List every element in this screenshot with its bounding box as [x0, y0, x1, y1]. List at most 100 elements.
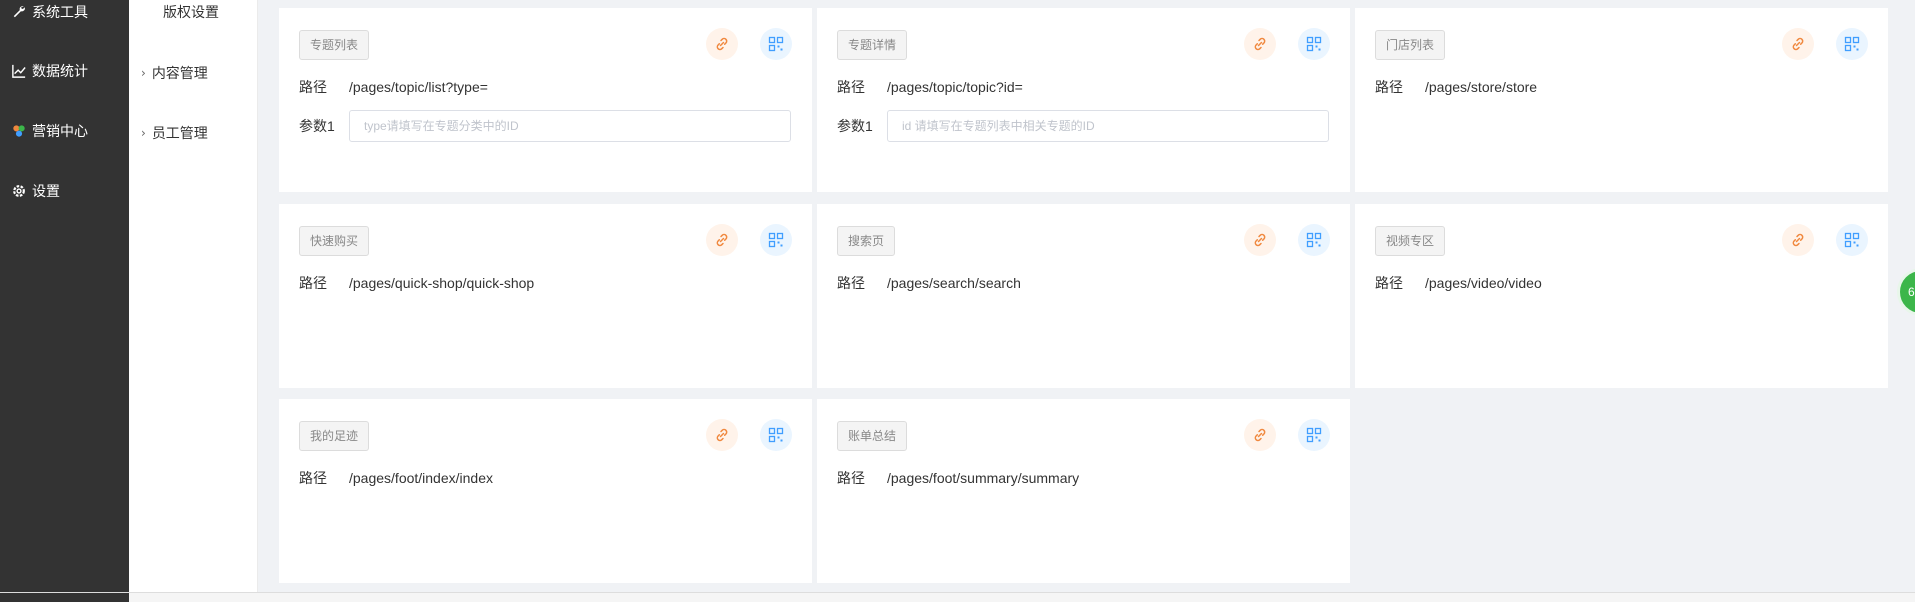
path-row: 路径 /pages/topic/list?type=	[299, 77, 488, 97]
link-icon	[1254, 37, 1266, 51]
sidebar-item-label: 数据统计	[32, 63, 88, 79]
line-chart-icon	[12, 64, 26, 78]
page-link-card: 专题详情 路径 /pages/topic/topic?id= 参数1	[817, 8, 1350, 192]
link-icon	[1792, 233, 1804, 247]
qrcode-icon	[768, 232, 784, 248]
chevron-right-icon: ›	[141, 126, 146, 140]
card-tag: 账单总结	[837, 421, 908, 451]
qrcode-icon	[1306, 36, 1322, 52]
copy-link-button[interactable]	[1782, 28, 1814, 60]
path-label: 路径	[837, 79, 865, 95]
path-row: 路径 /pages/topic/topic?id=	[837, 77, 1023, 97]
qrcode-button[interactable]	[760, 224, 792, 256]
path-row: 路径 /pages/store/store	[1375, 77, 1537, 97]
page-link-card: 账单总结 路径 /pages/foot/summary/summary	[817, 399, 1350, 583]
sidebar-item-settings[interactable]: 设置	[12, 181, 60, 201]
sidebar-item-marketing[interactable]: 营销中心	[12, 121, 88, 141]
card-tag: 视频专区	[1375, 226, 1446, 256]
subnav-item-staff-management[interactable]: › 员工管理	[141, 123, 208, 143]
copy-link-button[interactable]	[1244, 224, 1276, 256]
copy-link-button[interactable]	[706, 224, 738, 256]
path-row: 路径 /pages/foot/summary/summary	[837, 468, 1079, 488]
param-row: 参数1	[837, 110, 1329, 142]
path-row: 路径 /pages/quick-shop/quick-shop	[299, 273, 534, 293]
path-value: /pages/topic/list?type=	[349, 79, 488, 95]
subnav-item-content-management[interactable]: › 内容管理	[141, 63, 208, 83]
qrcode-button[interactable]	[1298, 419, 1330, 451]
path-value: /pages/search/search	[887, 275, 1021, 291]
link-icon	[1254, 233, 1266, 247]
floating-status-badge[interactable]: 68	[1897, 268, 1915, 316]
param-input[interactable]	[349, 110, 791, 142]
chevron-right-icon: ›	[141, 66, 146, 80]
qrcode-icon	[1306, 427, 1322, 443]
qrcode-button[interactable]	[760, 28, 792, 60]
sidebar-item-label: 设置	[32, 183, 60, 199]
copy-link-button[interactable]	[1782, 224, 1814, 256]
qrcode-icon	[768, 427, 784, 443]
path-label: 路径	[299, 79, 327, 95]
path-row: 路径 /pages/foot/index/index	[299, 468, 493, 488]
param-row: 参数1	[299, 110, 791, 142]
marketing-icon	[13, 125, 25, 137]
qrcode-icon	[1844, 232, 1860, 248]
link-icon	[716, 428, 728, 442]
path-value: /pages/topic/topic?id=	[887, 79, 1023, 95]
qrcode-icon	[1844, 36, 1860, 52]
page-link-card: 我的足迹 路径 /pages/foot/index/index	[279, 399, 812, 583]
qrcode-icon	[768, 36, 784, 52]
sidebar-item-system-tools[interactable]: 系统工具	[12, 2, 88, 22]
sub-navigation: 版权设置 › 内容管理 › 员工管理	[129, 0, 258, 602]
qrcode-button[interactable]	[760, 419, 792, 451]
page-link-card: 快速购买 路径 /pages/quick-shop/quick-shop	[279, 204, 812, 388]
qrcode-icon	[1306, 232, 1322, 248]
sidebar-item-label: 营销中心	[32, 123, 88, 139]
qrcode-button[interactable]	[1298, 28, 1330, 60]
qrcode-button[interactable]	[1298, 224, 1330, 256]
sidebar-item-statistics[interactable]: 数据统计	[12, 61, 88, 81]
card-tag: 我的足迹	[299, 421, 370, 451]
wrench-icon	[13, 6, 25, 18]
param-label: 参数1	[837, 118, 873, 134]
qrcode-button[interactable]	[1836, 224, 1868, 256]
path-label: 路径	[837, 275, 865, 291]
path-label: 路径	[299, 275, 327, 291]
copy-link-button[interactable]	[1244, 28, 1276, 60]
path-value: /pages/quick-shop/quick-shop	[349, 275, 535, 291]
path-value: /pages/foot/summary/summary	[887, 470, 1080, 486]
link-icon	[1792, 37, 1804, 51]
path-row: 路径 /pages/video/video	[1375, 273, 1542, 293]
link-icon	[716, 233, 728, 247]
path-label: 路径	[837, 470, 865, 486]
card-tag: 专题列表	[299, 30, 370, 60]
bottom-bar-sidebar-edge	[0, 593, 129, 602]
path-label: 路径	[1375, 275, 1403, 291]
path-label: 路径	[299, 470, 327, 486]
page-link-card: 视频专区 路径 /pages/video/video	[1355, 204, 1888, 388]
card-tag: 专题详情	[837, 30, 908, 60]
path-value: /pages/foot/index/index	[349, 470, 493, 486]
copy-link-button[interactable]	[1244, 419, 1276, 451]
subnav-item-copyright-settings[interactable]: 版权设置	[163, 2, 219, 22]
page-link-card: 搜索页 路径 /pages/search/search	[817, 204, 1350, 388]
main-sidebar: 系统工具 数据统计 营销中心 设置	[0, 0, 129, 602]
copy-link-button[interactable]	[706, 28, 738, 60]
card-tag: 搜索页	[837, 226, 896, 256]
gear-icon	[13, 185, 25, 197]
card-tag: 快速购买	[299, 226, 370, 256]
link-icon	[716, 37, 728, 51]
bottom-status-bar	[0, 592, 1915, 602]
link-icon	[1254, 428, 1266, 442]
path-label: 路径	[1375, 79, 1403, 95]
path-value: /pages/store/store	[1425, 79, 1538, 95]
copy-link-button[interactable]	[706, 419, 738, 451]
page-link-card: 专题列表 路径 /pages/topic/list?type= 参数1	[279, 8, 812, 192]
sidebar-item-label: 系统工具	[32, 4, 88, 20]
page-link-card: 门店列表 路径 /pages/store/store	[1355, 8, 1888, 192]
param-label: 参数1	[299, 118, 335, 134]
param-input[interactable]	[887, 110, 1329, 142]
path-value: /pages/video/video	[1425, 275, 1542, 291]
subnav-item-label: 内容管理	[151, 65, 208, 81]
qrcode-button[interactable]	[1836, 28, 1868, 60]
path-row: 路径 /pages/search/search	[837, 273, 1021, 293]
